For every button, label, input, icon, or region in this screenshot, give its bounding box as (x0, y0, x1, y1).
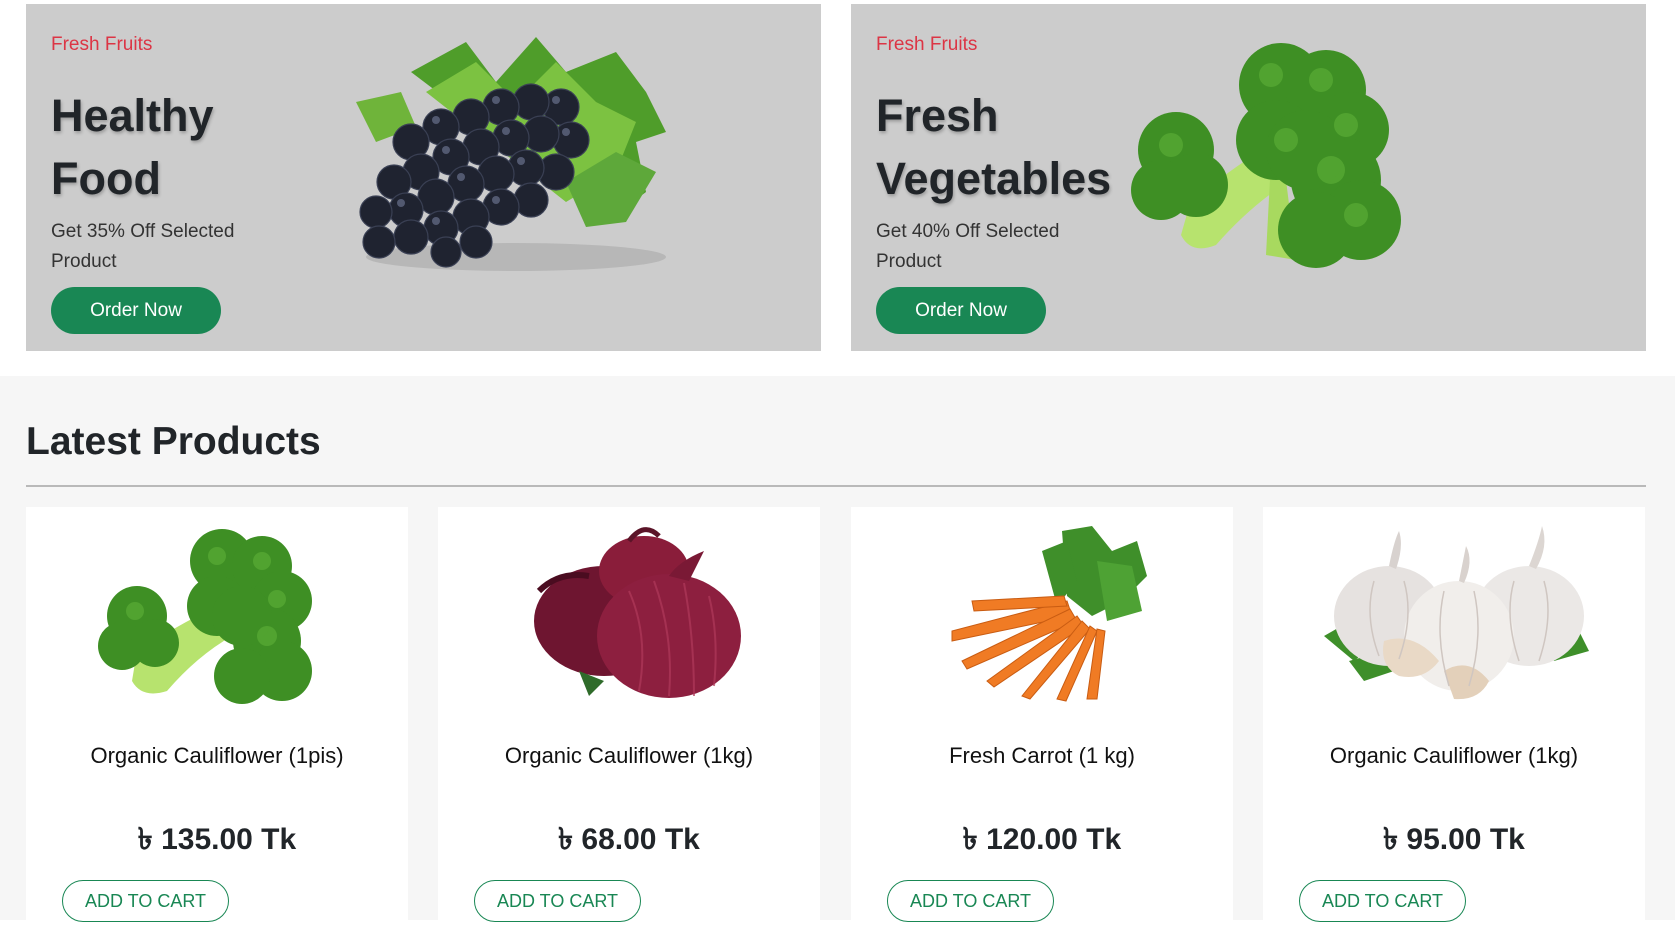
product-name[interactable]: Organic Cauliflower (1kg) (438, 743, 820, 769)
broccoli-image (98, 529, 312, 704)
carrot-image (951, 526, 1147, 702)
order-now-button[interactable]: Order Now (51, 287, 221, 334)
banner-eyebrow: Fresh Fruits (51, 34, 153, 55)
red-onion-image (534, 527, 741, 698)
product-price: ৳ 95.00 Tk (1383, 823, 1525, 856)
section-title: Latest Products (26, 420, 321, 463)
product-price: ৳ 68.00 Tk (558, 823, 700, 856)
banner-headline: Fresh Vegetables (876, 90, 1112, 204)
banner-subtitle: Get 40% Off Selected Product (876, 221, 1060, 272)
product-card[interactable]: Fresh Carrot (1 kg) ৳ 120.00 Tk ADD TO C… (851, 507, 1233, 937)
section-divider (26, 485, 1646, 487)
broccoli-image (1131, 43, 1401, 268)
add-to-cart-button[interactable]: ADD TO CART (887, 880, 1054, 922)
product-price: ৳ 120.00 Tk (962, 823, 1122, 856)
product-card[interactable]: Organic Cauliflower (1kg) ৳ 68.00 Tk ADD… (438, 507, 820, 937)
add-to-cart-button[interactable]: ADD TO CART (62, 880, 229, 922)
banner-subtitle: Get 35% Off Selected Product (51, 221, 235, 272)
banner-eyebrow: Fresh Fruits (876, 34, 978, 55)
add-to-cart-button[interactable]: ADD TO CART (1299, 880, 1466, 922)
product-card[interactable]: Organic Cauliflower (1pis) ৳ 135.00 Tk A… (26, 507, 408, 937)
product-name[interactable]: Organic Cauliflower (1kg) (1263, 743, 1645, 769)
promo-banners: Fresh Fruits Healthy Food Get 35% Off Se… (0, 0, 1675, 376)
banner-headline: Healthy Food (51, 90, 214, 204)
product-card[interactable]: Organic Cauliflower (1kg) ৳ 95.00 Tk ADD… (1263, 507, 1645, 937)
garlic-image (1324, 526, 1589, 700)
order-now-button[interactable]: Order Now (876, 287, 1046, 334)
product-price: ৳ 135.00 Tk (137, 823, 297, 856)
add-to-cart-button[interactable]: ADD TO CART (474, 880, 641, 922)
grapes-image (356, 37, 666, 271)
banner-healthy-food: Fresh Fruits Healthy Food Get 35% Off Se… (26, 4, 821, 351)
banner-fresh-vegetables: Fresh Fruits Fresh Vegetables Get 40% Of… (851, 4, 1646, 351)
product-name[interactable]: Fresh Carrot (1 kg) (851, 743, 1233, 769)
product-name[interactable]: Organic Cauliflower (1pis) (26, 743, 408, 769)
